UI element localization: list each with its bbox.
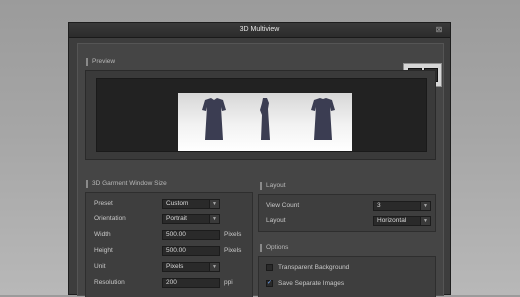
transparent-background-checkbox[interactable] <box>266 264 273 271</box>
chevron-down-icon: ▼ <box>209 215 219 223</box>
layout-label: Layout <box>266 217 286 224</box>
chevron-down-icon: ▼ <box>420 217 430 225</box>
unit-dropdown[interactable]: Pixels ▼ <box>162 262 220 272</box>
resolution-input[interactable]: 200 <box>162 278 220 288</box>
close-button[interactable]: ⊠ <box>434 24 444 35</box>
height-label: Height <box>94 247 113 254</box>
garment-size-panel: Preset Custom ▼ Orientation Portrait ▼ W… <box>85 192 253 297</box>
view-count-label: View Count <box>266 202 300 209</box>
preview-viewport[interactable] <box>96 78 427 152</box>
multiview-dialog: 3D Multiview ⊠ Preview 3D Garment Window… <box>68 22 451 297</box>
dress-front-view <box>202 98 226 140</box>
orientation-dropdown[interactable]: Portrait ▼ <box>162 214 220 224</box>
layout-dropdown[interactable]: Horizontal ▼ <box>373 216 431 226</box>
unit-label: Unit <box>94 263 106 270</box>
title-bar[interactable]: 3D Multiview ⊠ <box>69 23 450 38</box>
view-count-dropdown[interactable]: 3 ▼ <box>373 201 431 211</box>
options-section-title: Options <box>260 244 288 252</box>
height-unit: Pixels <box>224 247 242 254</box>
layout-panel: View Count 3 ▼ Layout Horizontal ▼ <box>258 194 436 232</box>
resolution-label: Resolution <box>94 279 125 286</box>
save-separate-images-label: Save Separate Images <box>278 280 345 287</box>
chevron-down-icon: ▼ <box>209 263 219 271</box>
preview-section-title: Preview <box>86 58 115 66</box>
orientation-label: Orientation <box>94 215 126 222</box>
preview-panel <box>85 70 436 160</box>
resolution-unit: ppi <box>224 279 233 286</box>
width-input[interactable]: 500.00 <box>162 230 220 240</box>
window-title: 3D Multiview <box>239 26 280 33</box>
dialog-body: Preview 3D Garment Window Size Preset Cu… <box>77 43 444 297</box>
multiview-preview-image <box>178 93 352 151</box>
garment-views-image <box>202 98 335 140</box>
options-panel: Transparent Background ✓ Save Separate I… <box>258 256 436 297</box>
preset-label: Preset <box>94 200 113 207</box>
garment-size-section-title: 3D Garment Window Size <box>86 180 167 188</box>
dress-back-view <box>311 98 335 140</box>
chevron-down-icon: ▼ <box>420 202 430 210</box>
preset-dropdown[interactable]: Custom ▼ <box>162 199 220 209</box>
dress-side-view <box>260 98 270 140</box>
width-label: Width <box>94 231 111 238</box>
chevron-down-icon: ▼ <box>209 200 219 208</box>
transparent-background-label: Transparent Background <box>278 264 350 271</box>
height-input[interactable]: 500.00 <box>162 246 220 256</box>
layout-section-title: Layout <box>260 182 286 190</box>
checkmark-icon: ✓ <box>267 280 273 286</box>
width-unit: Pixels <box>224 231 242 238</box>
save-separate-images-checkbox[interactable]: ✓ <box>266 280 273 287</box>
